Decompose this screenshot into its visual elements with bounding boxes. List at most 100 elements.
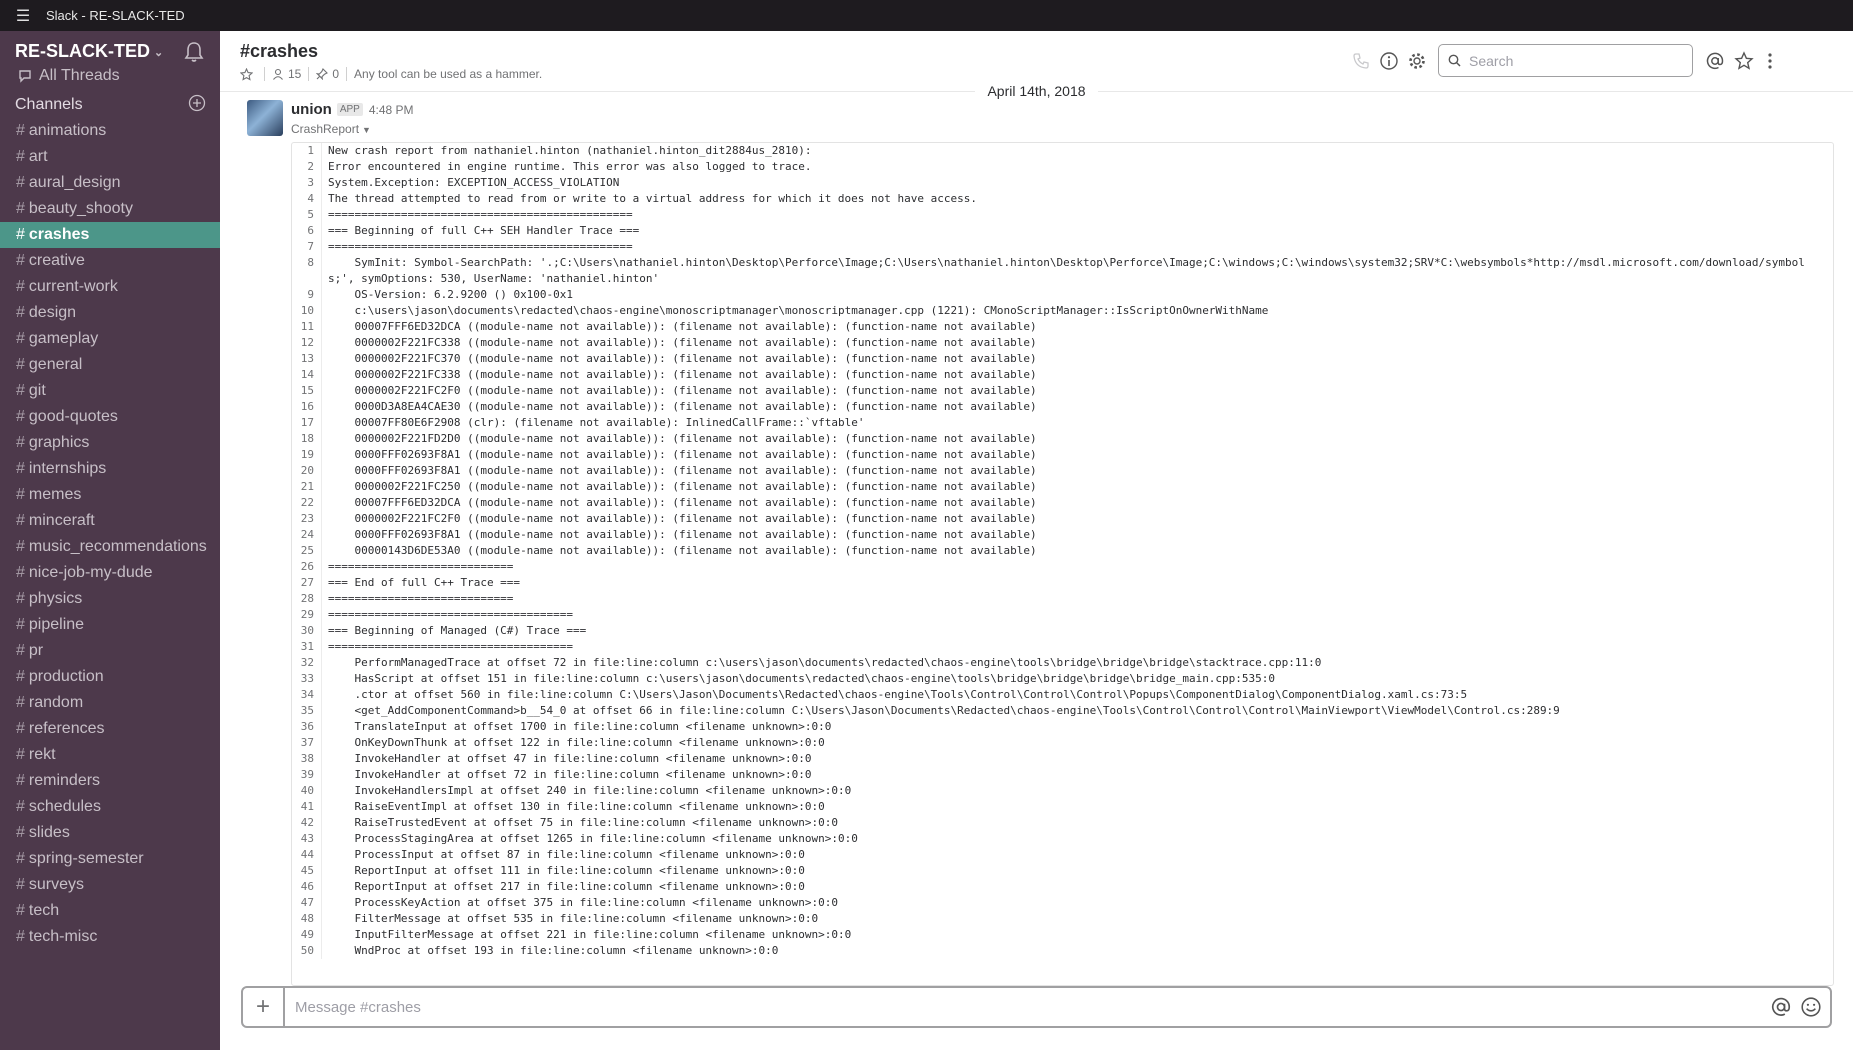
code-text: 0000002F221FC2F0 ((module-name not avail… — [328, 384, 1037, 397]
line-number: 43 — [292, 831, 322, 847]
line-number: 21 — [292, 479, 322, 495]
code-line: 17 00007FF80E6F2908 (clr): (filename not… — [292, 415, 1833, 431]
hash-icon: # — [16, 694, 25, 711]
avatar[interactable] — [247, 100, 283, 136]
sidebar-item-git[interactable]: # git — [0, 378, 220, 404]
pinned-count-value: 0 — [332, 67, 340, 81]
code-text: 0000002F221FC2F0 ((module-name not avail… — [328, 512, 1037, 525]
sidebar-item-internships[interactable]: # internships — [0, 456, 220, 482]
channel-topic[interactable]: Any tool can be used as a hammer. — [354, 67, 542, 81]
sidebar-item-label: beauty_shooty — [28, 200, 133, 217]
mentions-icon[interactable] — [1705, 51, 1725, 71]
team-switcher[interactable]: RE-SLACK-TED ⌄ — [15, 41, 163, 62]
info-icon[interactable] — [1379, 51, 1399, 71]
code-text: SymInit: Symbol-SearchPath: '.;C:\Users\… — [328, 256, 1805, 285]
search-box[interactable] — [1438, 44, 1693, 77]
sidebar-item-design[interactable]: # design — [0, 300, 220, 326]
sidebar-item-memes[interactable]: # memes — [0, 482, 220, 508]
mention-icon[interactable] — [1770, 996, 1792, 1018]
sidebar-item-nice-job-my-dude[interactable]: # nice-job-my-dude — [0, 560, 220, 586]
hash-icon: # — [16, 512, 25, 529]
sidebar-item-tech-misc[interactable]: # tech-misc — [0, 924, 220, 950]
sidebar-item-music-recommendations[interactable]: # music_recommendations — [0, 534, 220, 560]
star-icon[interactable] — [1734, 51, 1754, 71]
sidebar-item-good-quotes[interactable]: # good-quotes — [0, 404, 220, 430]
star-icon[interactable] — [240, 67, 253, 81]
line-number: 1 — [292, 143, 322, 159]
line-number: 38 — [292, 751, 322, 767]
hash-icon: # — [16, 408, 25, 425]
code-snippet[interactable]: 1 New crash report from nathaniel.hinton … — [291, 142, 1834, 986]
sidebar-item-rekt[interactable]: # rekt — [0, 742, 220, 768]
sidebar-item-label: spring-semester — [28, 850, 144, 867]
code-text: 0000FFF02693F8A1 ((module-name not avail… — [328, 448, 1037, 461]
message-timestamp[interactable]: 4:48 PM — [369, 103, 414, 117]
hash-icon: # — [16, 304, 25, 321]
sidebar-item-production[interactable]: # production — [0, 664, 220, 690]
search-input[interactable] — [1467, 51, 1681, 70]
chevron-down-icon: ⌄ — [154, 46, 164, 59]
sidebar-item-references[interactable]: # references — [0, 716, 220, 742]
code-line: 9 OS-Version: 6.2.9200 () 0x100-0x1 — [292, 287, 1833, 303]
sidebar-item-current-work[interactable]: # current-work — [0, 274, 220, 300]
sidebar-item-surveys[interactable]: # surveys — [0, 872, 220, 898]
pin-icon — [316, 68, 329, 80]
pinned-count[interactable]: 0 — [316, 67, 339, 81]
line-number: 18 — [292, 431, 322, 447]
code-line: 31 ===================================== — [292, 639, 1833, 655]
line-number: 16 — [292, 399, 322, 415]
code-text: === End of full C++ Trace === — [328, 576, 521, 589]
attachment-title[interactable]: CrashReport ▼ — [291, 122, 371, 136]
member-count[interactable]: 15 — [272, 67, 301, 81]
sidebar-item-beauty-shooty[interactable]: # beauty_shooty — [0, 196, 220, 222]
sidebar-item-animations[interactable]: # animations — [0, 118, 220, 144]
sidebar-item-random[interactable]: # random — [0, 690, 220, 716]
sidebar-item-crashes[interactable]: # crashes — [0, 222, 220, 248]
add-channel-icon[interactable] — [188, 94, 206, 112]
code-text: ReportInput at offset 217 in file:line:c… — [328, 880, 805, 893]
sidebar-item-physics[interactable]: # physics — [0, 586, 220, 612]
gear-icon[interactable] — [1407, 51, 1427, 71]
code-line: 3 System.Exception: EXCEPTION_ACCESS_VIOL… — [292, 175, 1833, 191]
sidebar-item-gameplay[interactable]: # gameplay — [0, 326, 220, 352]
hamburger-icon[interactable]: ☰ — [0, 6, 46, 26]
sidebar-item-label: graphics — [28, 434, 90, 451]
sidebar-item-pipeline[interactable]: # pipeline — [0, 612, 220, 638]
code-line: 16 0000D3A8EA4CAE30 ((module-name not av… — [292, 399, 1833, 415]
code-line: 21 0000002F221FC250 ((module-name not av… — [292, 479, 1833, 495]
app-badge: APP — [336, 103, 363, 116]
sidebar-item-art[interactable]: # art — [0, 144, 220, 170]
hash-icon: # — [16, 876, 25, 893]
sidebar-item-pr[interactable]: # pr — [0, 638, 220, 664]
more-vertical-icon[interactable] — [1760, 51, 1780, 71]
sidebar-item-aural-design[interactable]: # aural_design — [0, 170, 220, 196]
sidebar-item-label: aural_design — [28, 174, 121, 191]
sidebar-item-minceraft[interactable]: # minceraft — [0, 508, 220, 534]
sidebar-item-graphics[interactable]: # graphics — [0, 430, 220, 456]
code-text: === Beginning of Managed (C#) Trace === — [328, 624, 587, 637]
message-sender[interactable]: union — [291, 101, 332, 118]
sidebar-item-schedules[interactable]: # schedules — [0, 794, 220, 820]
attach-plus-button[interactable]: + — [243, 988, 285, 1026]
channels-header[interactable]: Channels — [15, 96, 83, 114]
sidebar-item-general[interactable]: # general — [0, 352, 220, 378]
phone-icon[interactable] — [1351, 51, 1371, 71]
emoji-icon[interactable] — [1800, 996, 1822, 1018]
sidebar-item-creative[interactable]: # creative — [0, 248, 220, 274]
sidebar-item-label: production — [28, 668, 104, 685]
sidebar-item-tech[interactable]: # tech — [0, 898, 220, 924]
line-number: 5 — [292, 207, 322, 223]
code-line: 22 00007FFF6ED32DCA ((module-name not av… — [292, 495, 1833, 511]
sidebar-item-spring-semester[interactable]: # spring-semester — [0, 846, 220, 872]
bell-icon[interactable] — [184, 41, 204, 63]
line-number: 9 — [292, 287, 322, 303]
message-input[interactable] — [293, 997, 1770, 1017]
hash-icon: # — [16, 148, 25, 165]
hash-icon: # — [16, 356, 25, 373]
sidebar-item-slides[interactable]: # slides — [0, 820, 220, 846]
hash-icon: # — [16, 226, 25, 243]
code-text: === Beginning of full C++ SEH Handler Tr… — [328, 224, 640, 237]
sidebar-item-reminders[interactable]: # reminders — [0, 768, 220, 794]
all-threads-link[interactable]: All Threads — [18, 67, 120, 85]
hash-icon: # — [16, 902, 25, 919]
